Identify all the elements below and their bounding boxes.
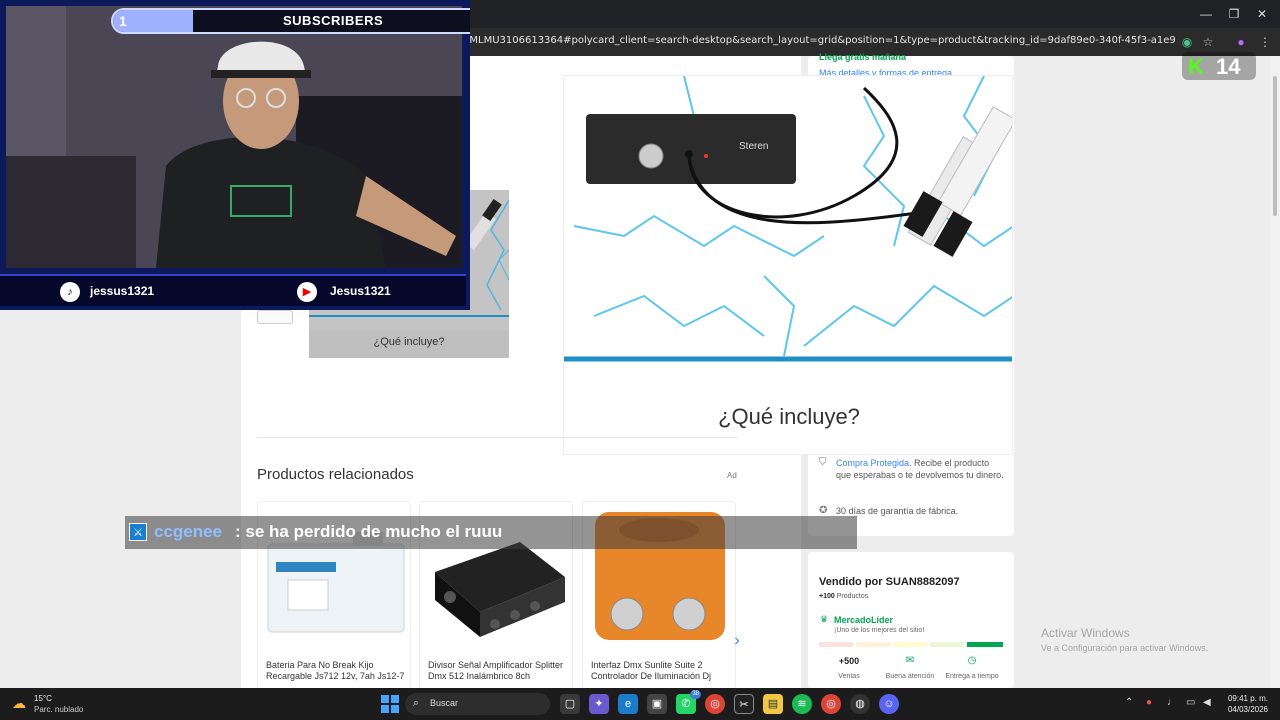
moderator-sword-icon: ⚔ [129, 523, 147, 541]
youtube-handle: Jesus1321 [330, 284, 391, 298]
thumb-caption: ¿Qué incluye? [373, 336, 445, 348]
youtube-icon: ▶ [297, 282, 317, 302]
chrome-icon[interactable]: ◎ [705, 694, 725, 714]
obs-icon[interactable]: ◍ [850, 694, 870, 714]
bookmark-star-icon[interactable]: ☆ [1201, 35, 1215, 49]
viewer-count: 14 [1216, 54, 1241, 79]
product-title[interactable]: Bateria Para No Break Kijo Recargable Js… [266, 660, 406, 682]
ad-label: Ad [727, 471, 737, 480]
weather-condition[interactable]: Parc. nublado [34, 705, 83, 714]
close-icon[interactable]: ✕ [1254, 6, 1270, 22]
subscriber-label: SUBSCRIBERS [283, 13, 384, 28]
volume-icon[interactable]: ◀ [1203, 697, 1211, 708]
chat-username: ccgenee [154, 522, 223, 541]
tiktok-handle: jessus1321 [90, 284, 155, 298]
main-image-caption: ¿Qué incluye? [718, 404, 860, 429]
tray-app-icon[interactable]: ● [1146, 697, 1152, 708]
rep-seg-5 [967, 642, 1003, 647]
store-icon[interactable]: ▣ [647, 694, 667, 714]
rep-seg-4 [930, 642, 964, 647]
file-explorer-icon[interactable]: ▤ [763, 694, 783, 714]
screen: — ❐ ✕ /MLMU3106613364#polycard_client=se… [0, 0, 1280, 720]
subscriber-current: 1 [119, 13, 127, 29]
windows-start-icon[interactable] [381, 695, 399, 713]
network-icon[interactable]: ▭ [1186, 697, 1195, 708]
social-handles-bar: ♪ jessus1321 ▶ Jesus1321 [0, 274, 466, 306]
edge-icon[interactable]: e [618, 694, 638, 714]
gallery-thumbnail[interactable] [257, 310, 293, 324]
capcut-icon[interactable]: ✂ [734, 694, 754, 714]
whatsapp-icon[interactable]: ✆ 38 [676, 690, 701, 714]
task-view-icon[interactable]: ▢ [560, 694, 580, 714]
weather-temp[interactable]: 15°C [34, 694, 52, 703]
subscriber-goal-bar: 1 SUBSCRIBERS 5 [111, 8, 470, 34]
free-shipping-text: Llega gratis mañana [819, 52, 907, 62]
on-time-label: Entrega a tiempo [945, 673, 999, 680]
chat-message: : se ha perdido de mucho el ruuu [235, 522, 503, 541]
tray-chevron-icon[interactable]: ⌃ [1125, 697, 1133, 708]
microphone-icon[interactable]: ♩ [1167, 697, 1177, 708]
minimize-icon[interactable]: — [1198, 6, 1214, 22]
whatsapp-badge: 38 [690, 690, 701, 699]
carousel-next-icon[interactable]: › [726, 630, 748, 652]
scroll-thumb[interactable] [1273, 76, 1277, 216]
extension-icon[interactable]: ◉ [1180, 35, 1194, 49]
rep-seg-1 [819, 642, 853, 647]
chrome-profile-icon[interactable]: ◎ [821, 694, 841, 714]
chat-check-icon: ✉ [905, 655, 915, 666]
product-main-image[interactable]: Steren ¿Qué incluye? [563, 75, 1013, 455]
taskbar-search[interactable]: ⌕ Buscar [405, 693, 550, 715]
page-scrollbar[interactable] [1270, 56, 1280, 688]
seller-products-number: +100 [819, 593, 835, 600]
mercadolider-badge: MercadoLíder [834, 615, 894, 625]
webcam-image [6, 6, 462, 268]
copilot-icon[interactable]: ✦ [589, 694, 609, 714]
seller-products-count: +100 Productos [819, 593, 868, 600]
purchase-protection-link[interactable]: Compra Protegida [836, 458, 909, 468]
reputation-bar [819, 642, 1003, 647]
seller-products-label: Productos [836, 593, 869, 600]
related-products-title: Productos relacionados [257, 466, 414, 483]
kick-viewer-badge: K 14 [1182, 52, 1256, 80]
mercadolider-icon: ♛ [820, 614, 829, 624]
shield-icon: ⛉ [819, 457, 827, 468]
activate-windows-title: Activar Windows [1041, 626, 1130, 640]
chat-overlay: ⚔ ccgenee : se ha perdido de mucho el ru… [125, 516, 857, 549]
sales-label: Ventas [838, 673, 860, 680]
weather-cloud-sun-icon[interactable]: ☁ [12, 694, 30, 712]
maximize-icon[interactable]: ❐ [1226, 6, 1242, 22]
mercadolider-subtitle: ¡Uno de los mejores del sitio! [834, 627, 925, 634]
rep-seg-2 [856, 642, 890, 647]
kick-logo-icon: K [1188, 54, 1204, 79]
windows-taskbar: ☁ 15°C Parc. nublado ⌕ Buscar ▢ ✦ e ▣ ✆ 3… [0, 688, 1280, 720]
url-field[interactable]: /MLMU3106613364#polycard_client=search-d… [466, 35, 1176, 51]
webcam-overlay: 1 SUBSCRIBERS 5 ♪ jessus1321 ▶ Jesus1321 [0, 0, 470, 310]
search-icon: ⌕ [413, 697, 420, 709]
good-service-label: Buena atención [885, 673, 935, 680]
activate-windows-subtitle: Ve a Configuración para activar Windows. [1041, 643, 1209, 653]
taskbar-search-placeholder: Buscar [430, 698, 459, 708]
rep-seg-3 [893, 642, 927, 647]
product-title[interactable]: Interfaz Dmx Sunlite Suite 2 Controlador… [591, 660, 731, 682]
tiktok-icon: ♪ [60, 282, 80, 302]
webcam-feed [6, 6, 462, 268]
sales-count: +500 [838, 656, 860, 666]
purchase-protection-text: Compra Protegida. Recibe el producto que… [836, 457, 1006, 481]
medal-icon: ✪ [819, 505, 828, 516]
clock-date[interactable]: 04/03/2026 [1226, 705, 1268, 714]
warranty-text: 30 días de garantía de fábrica. [836, 506, 959, 516]
discord-icon[interactable]: ☺ [879, 694, 899, 714]
clock-check-icon: ◷ [967, 655, 977, 666]
seller-title[interactable]: Vendido por SUAN8882097 [819, 576, 960, 588]
product-title[interactable]: Divisor Señal Amplificador Splitter Dmx … [428, 660, 568, 682]
spotify-icon[interactable]: ≋ [792, 694, 812, 714]
menu-kebab-icon[interactable]: ⋮ [1258, 35, 1272, 49]
profile-icon[interactable]: ● [1234, 35, 1248, 49]
lightning-product-image: Steren [564, 76, 1012, 376]
clock-time[interactable]: 09:41 p. m. [1226, 694, 1268, 703]
section-divider [257, 437, 737, 438]
brand-label: Steren [739, 141, 768, 152]
